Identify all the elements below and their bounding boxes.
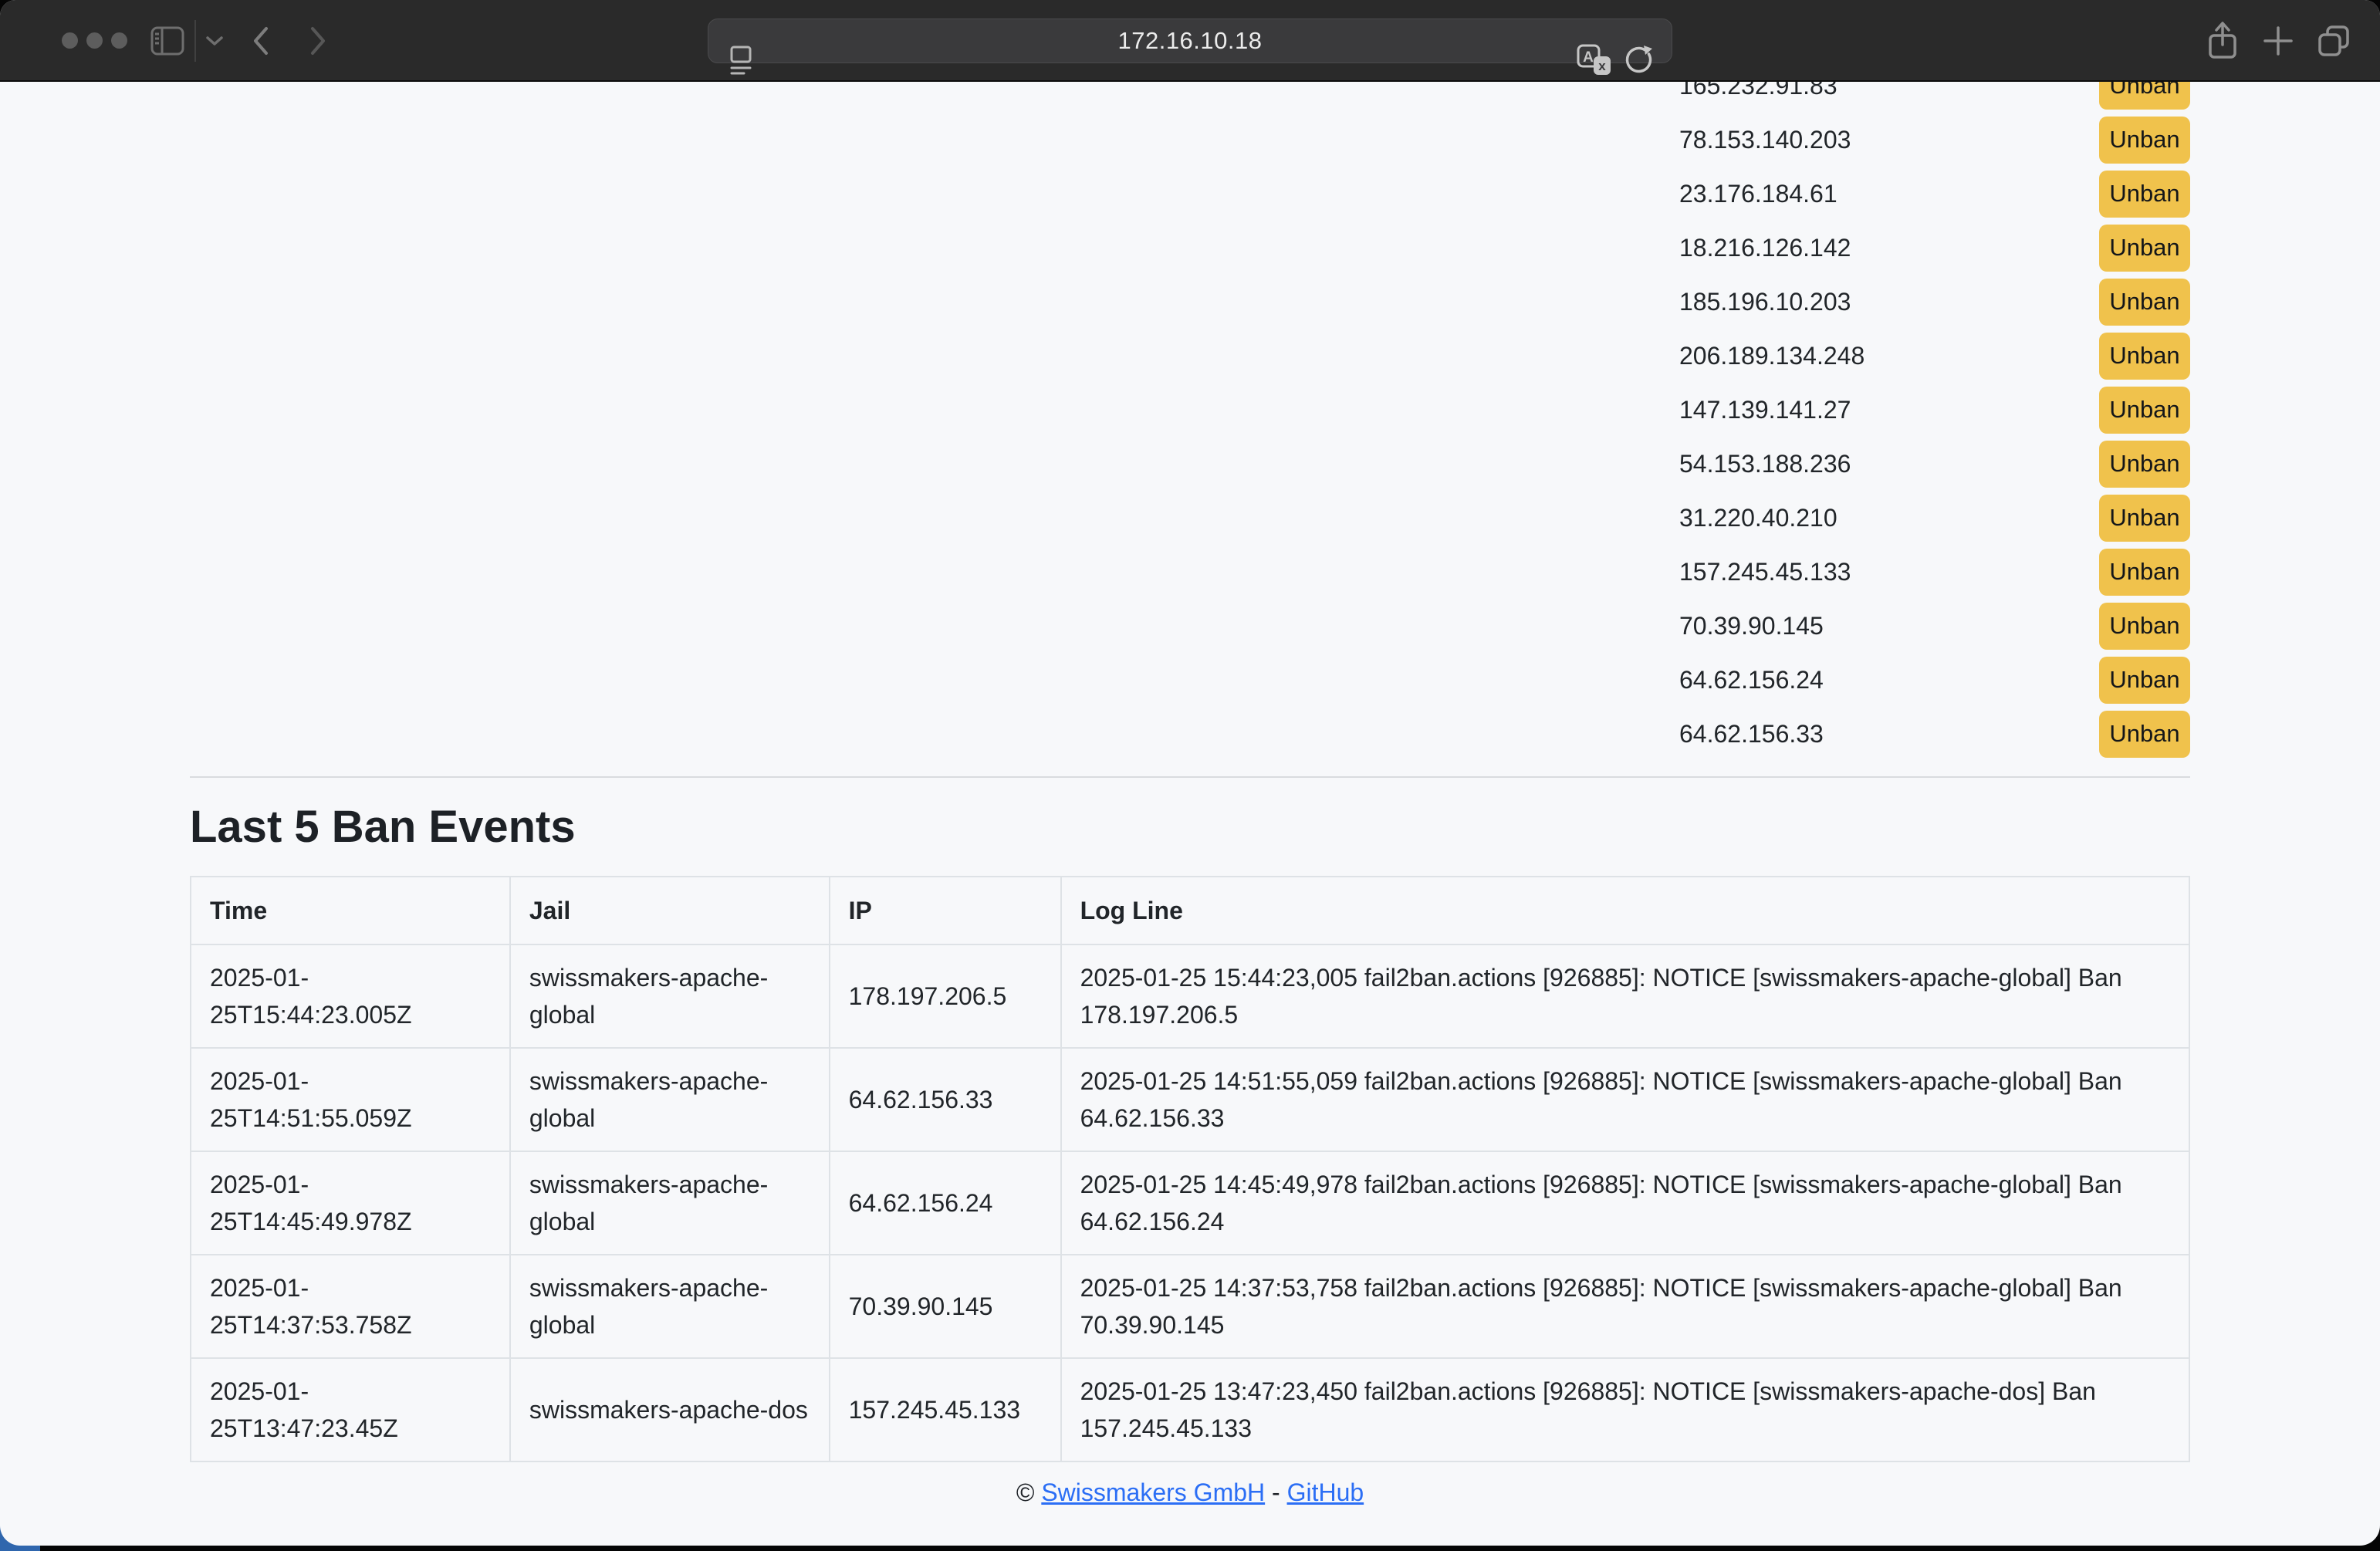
banned-ip-address: 157.245.45.133 [1679,558,1851,586]
translate-icon[interactable]: A x [1576,19,1613,101]
event-log-line: 2025-01-25 14:45:49,978 fail2ban.actions… [1061,1151,2189,1255]
url-text: 172.16.10.18 [708,27,1672,55]
banned-ip-row: 54.153.188.236 Unban [1679,437,2190,491]
forward-button[interactable] [303,0,333,82]
banned-ip-row: 23.176.184.61 Unban [1679,167,2190,221]
page-footer: © Swissmakers GmbH - GitHub [0,1478,2380,1507]
banned-ip-list: 165.232.91.83Unban78.153.140.203Unban23.… [1679,59,2190,761]
event-jail: swissmakers-apache-global [510,1048,830,1151]
banned-ip-row: 64.62.156.24 Unban [1679,653,2190,707]
banned-ip-address: 185.196.10.203 [1679,288,1851,316]
event-ip: 178.197.206.5 [830,944,1061,1048]
unban-button[interactable]: Unban [2099,225,2190,272]
sidebar-toggle-icon[interactable] [150,0,185,82]
ban-event-row: 2025-01-25T14:45:49.978Zswissmakers-apac… [191,1151,2189,1255]
banned-ip-address: 23.176.184.61 [1679,180,1837,208]
traffic-light-zoom-button[interactable] [111,32,127,49]
event-jail: swissmakers-apache-dos [510,1358,830,1461]
event-log-line: 2025-01-25 13:47:23,450 fail2ban.actions… [1061,1358,2189,1461]
traffic-light-close-button[interactable] [62,32,78,49]
ban-event-row: 2025-01-25T13:47:23.45Zswissmakers-apach… [191,1358,2189,1461]
reload-icon[interactable] [1622,19,1656,101]
unban-button[interactable]: Unban [2099,657,2190,704]
svg-text:A: A [1583,49,1594,66]
unban-button[interactable]: Unban [2099,549,2190,596]
unban-button[interactable]: Unban [2099,495,2190,542]
ban-event-row: 2025-01-25T14:51:55.059Zswissmakers-apac… [191,1048,2189,1151]
footer-separator: - [1272,1478,1280,1506]
new-tab-button[interactable] [2257,0,2300,82]
section-divider [190,776,2190,778]
traffic-light-minimize-button[interactable] [86,32,103,49]
banned-ip-address: 54.153.188.236 [1679,450,1851,478]
banned-ip-address: 70.39.90.145 [1679,612,1824,640]
unban-button[interactable]: Unban [2099,603,2190,650]
banned-ip-row: 206.189.134.248 Unban [1679,329,2190,383]
event-log-line: 2025-01-25 14:51:55,059 fail2ban.actions… [1061,1048,2189,1151]
ban-event-row: 2025-01-25T14:37:53.758Zswissmakers-apac… [191,1255,2189,1358]
url-field[interactable]: 172.16.10.18 A x [708,19,1672,63]
banned-ip-row: 78.153.140.203 Unban [1679,113,2190,167]
event-time: 2025-01-25T15:44:23.005Z [191,944,510,1048]
unban-button[interactable]: Unban [2099,441,2190,488]
tabs-overview-icon[interactable] [2312,0,2355,82]
event-log-line: 2025-01-25 15:44:23,005 fail2ban.actions… [1061,944,2189,1048]
banned-ip-row: 64.62.156.33 Unban [1679,707,2190,761]
unban-button[interactable]: Unban [2099,711,2190,758]
event-log-line: 2025-01-25 14:37:53,758 fail2ban.actions… [1061,1255,2189,1358]
banned-ip-address: 147.139.141.27 [1679,396,1851,424]
banned-ip-address: 18.216.126.142 [1679,234,1851,262]
banned-ip-row: 185.196.10.203 Unban [1679,275,2190,329]
event-time: 2025-01-25T14:37:53.758Z [191,1255,510,1358]
banned-ip-row: 70.39.90.145 Unban [1679,599,2190,653]
svg-text:x: x [1598,59,1606,73]
event-ip: 157.245.45.133 [830,1358,1061,1461]
chevron-down-icon[interactable] [202,0,227,82]
event-ip: 64.62.156.33 [830,1048,1061,1151]
banned-ip-row: 31.220.40.210 Unban [1679,491,2190,545]
event-ip: 70.39.90.145 [830,1255,1061,1358]
table-header-row: Time Jail IP Log Line [191,877,2189,944]
toolbar-separator [194,20,196,62]
banned-ip-address: 64.62.156.24 [1679,666,1824,694]
event-time: 2025-01-25T14:45:49.978Z [191,1151,510,1255]
back-button[interactable] [245,0,276,82]
event-jail: swissmakers-apache-global [510,1151,830,1255]
github-link[interactable]: GitHub [1287,1478,1364,1506]
column-header-ip: IP [830,877,1061,944]
browser-toolbar: 172.16.10.18 A x [0,0,2380,82]
event-jail: swissmakers-apache-global [510,944,830,1048]
copyright-symbol: © [1016,1478,1035,1506]
event-time: 2025-01-25T14:51:55.059Z [191,1048,510,1151]
banned-ip-address: 31.220.40.210 [1679,504,1837,532]
column-header-jail: Jail [510,877,830,944]
event-ip: 64.62.156.24 [830,1151,1061,1255]
unban-button[interactable]: Unban [2099,387,2190,434]
column-header-log-line: Log Line [1061,877,2189,944]
banned-ip-row: 147.139.141.27 Unban [1679,383,2190,437]
ban-event-row: 2025-01-25T15:44:23.005Zswissmakers-apac… [191,944,2189,1048]
ban-events-heading: Last 5 Ban Events [190,801,576,853]
browser-window: 172.16.10.18 A x [0,0,2380,1546]
company-link[interactable]: Swissmakers GmbH [1041,1478,1265,1506]
banned-ip-address: 206.189.134.248 [1679,342,1864,370]
banned-ip-address: 64.62.156.33 [1679,720,1824,748]
unban-button[interactable]: Unban [2099,333,2190,380]
unban-button[interactable]: Unban [2099,279,2190,326]
banned-ip-row: 18.216.126.142 Unban [1679,221,2190,275]
share-icon[interactable] [2201,0,2244,82]
banned-ip-address: 78.153.140.203 [1679,126,1851,154]
unban-button[interactable]: Unban [2099,171,2190,218]
ban-events-table: Time Jail IP Log Line 2025-01-25T15:44:2… [190,876,2190,1462]
banned-ip-row: 157.245.45.133 Unban [1679,545,2190,599]
event-jail: swissmakers-apache-global [510,1255,830,1358]
event-time: 2025-01-25T13:47:23.45Z [191,1358,510,1461]
column-header-time: Time [191,877,510,944]
unban-button[interactable]: Unban [2099,117,2190,164]
